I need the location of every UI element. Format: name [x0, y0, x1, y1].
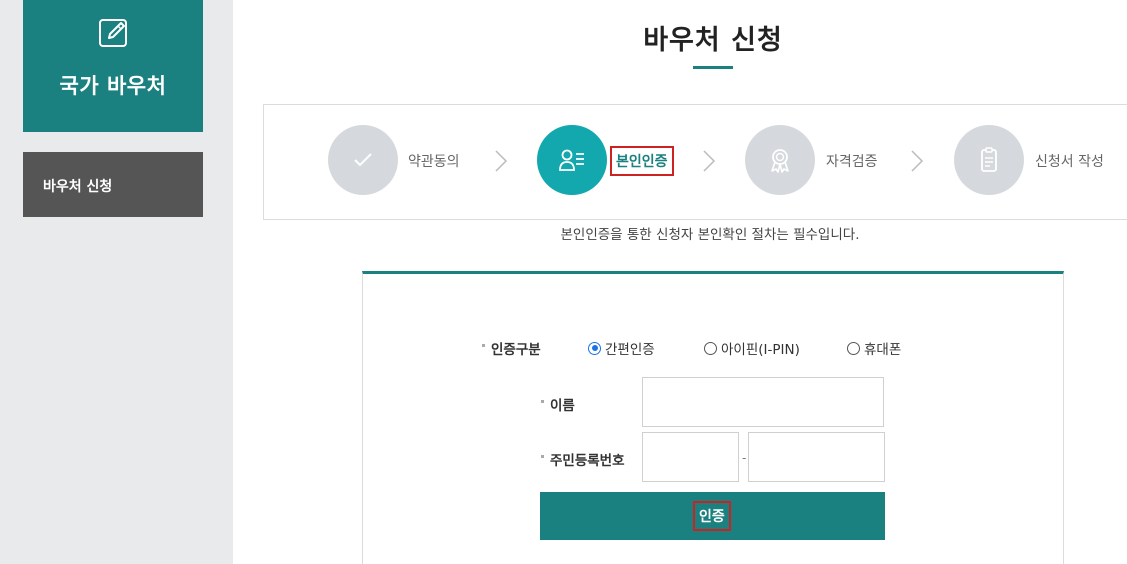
name-input[interactable] — [642, 377, 884, 427]
sidebar-title: 국가 바우처 — [59, 74, 167, 98]
sidebar-item-voucher-apply[interactable]: 바우처 신청 — [23, 152, 203, 217]
title-underline — [693, 66, 733, 69]
rrn-back-input[interactable] — [748, 432, 885, 482]
bullet-icon — [541, 400, 544, 403]
rrn-label: 주민등록번호 — [550, 453, 625, 469]
radio-button-icon[interactable] — [704, 341, 717, 355]
name-label: 이름 — [550, 398, 575, 414]
auth-submit-button[interactable]: 인증 — [540, 492, 885, 540]
radio-simple-auth-label: 간편인증 — [605, 342, 655, 358]
edit-icon — [99, 19, 127, 47]
step-4-circle — [954, 125, 1024, 195]
chevron-right-icon — [703, 150, 716, 172]
id-card-icon — [559, 149, 584, 171]
radio-button-icon[interactable] — [847, 341, 860, 355]
rrn-front-input[interactable] — [642, 432, 739, 482]
radio-mobile-label: 휴대폰 — [864, 342, 902, 358]
chevron-right-icon — [911, 150, 924, 172]
chevron-right-icon — [495, 150, 508, 172]
radio-ipin-label: 아이핀(I-PIN) — [721, 342, 800, 358]
page-title: 바우처 신청 — [643, 25, 783, 56]
step-2-circle — [537, 125, 607, 195]
radio-simple-auth[interactable]: 간편인증 — [588, 338, 655, 358]
bullet-icon — [482, 344, 485, 347]
step-3-label: 자격검증 — [826, 154, 878, 170]
radio-mobile[interactable]: 휴대폰 — [847, 338, 901, 358]
sidebar: 국가 바우처 바우처 신청 — [0, 0, 233, 564]
auth-submit-label: 인증 — [693, 501, 731, 531]
bullet-icon — [541, 455, 544, 458]
step-2-label: 본인인증 — [610, 146, 674, 176]
step-indicator: 약관동의 본인인증 자격검증 신청서 작성 — [263, 104, 1127, 220]
rrn-separator: - — [742, 451, 747, 465]
step-1-circle — [328, 125, 398, 195]
check-icon — [354, 153, 372, 167]
notice-text: 본인인증을 통한 신청자 본인확인 절차는 필수입니다. — [560, 227, 860, 243]
radio-ipin[interactable]: 아이핀(I-PIN) — [704, 338, 800, 358]
award-icon — [771, 149, 789, 173]
step-4-label: 신청서 작성 — [1035, 154, 1104, 170]
auth-type-label: 인증구분 — [491, 342, 541, 358]
clipboard-icon — [981, 147, 997, 172]
step-3-circle — [745, 125, 815, 195]
sidebar-header[interactable]: 국가 바우처 — [23, 0, 203, 132]
step-1-label: 약관동의 — [408, 154, 460, 170]
radio-button-icon[interactable] — [588, 341, 601, 355]
